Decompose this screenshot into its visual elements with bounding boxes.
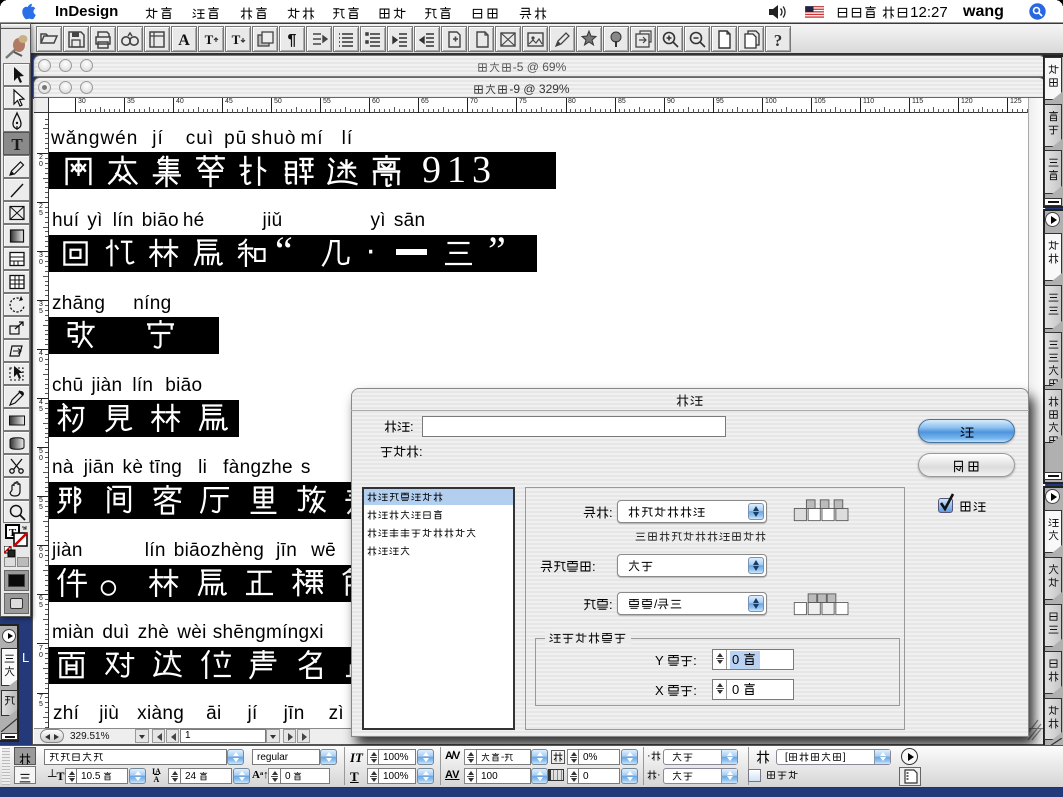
svg-text:¶: ¶	[288, 32, 297, 49]
svg-text:T: T	[11, 135, 23, 154]
svg-text:?: ?	[774, 31, 783, 50]
svg-text:T: T	[205, 32, 214, 47]
svg-text:A: A	[178, 32, 190, 49]
svg-text:T: T	[232, 32, 241, 47]
